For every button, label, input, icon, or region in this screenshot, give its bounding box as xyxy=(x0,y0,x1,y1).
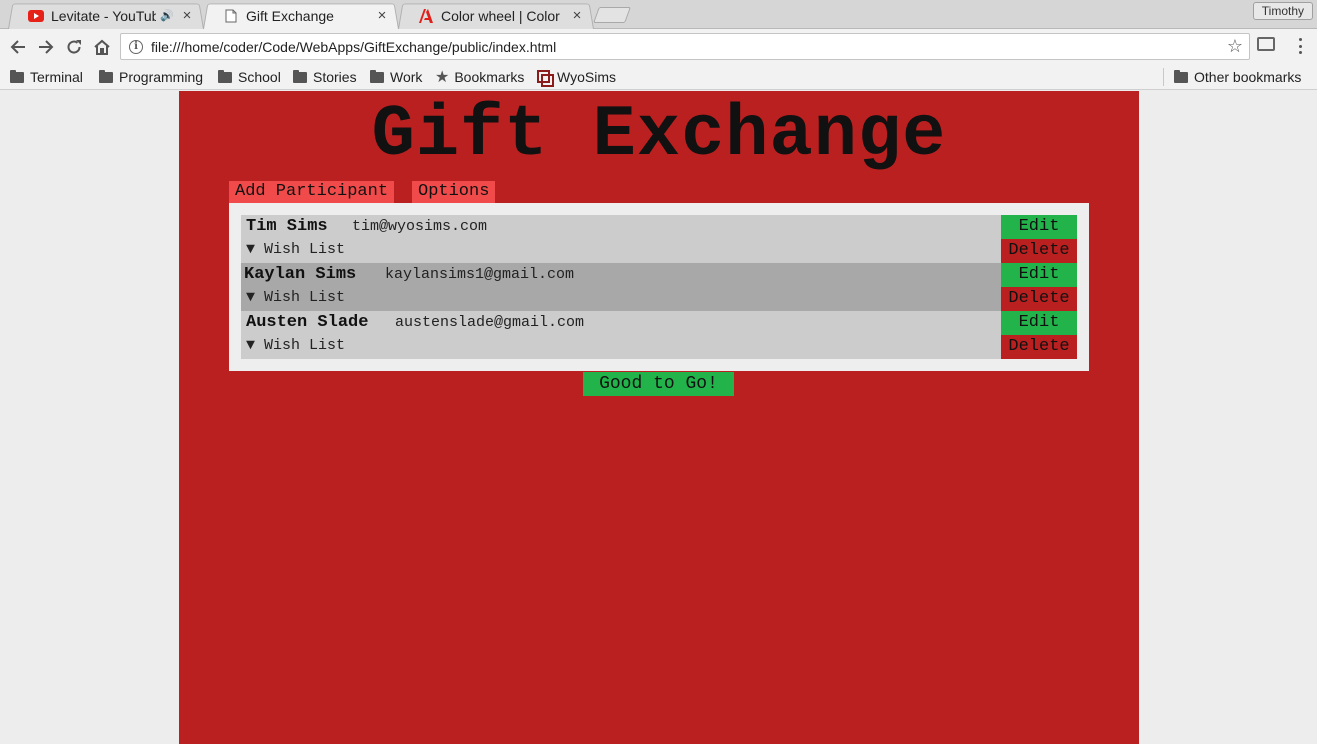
tab-strip: Levitate - YouTube 🔊 × Gift Exchange × C… xyxy=(0,0,1317,29)
wish-list-toggle[interactable]: ▼ Wish List xyxy=(246,241,345,258)
bookmark-label: WyoSims xyxy=(557,69,616,85)
bookmark-label: School xyxy=(238,69,281,85)
youtube-icon xyxy=(28,8,44,24)
participant-name: Austen Slade xyxy=(246,313,369,332)
page-title: Gift Exchange xyxy=(371,94,947,176)
participant-email: austenslade@gmail.com xyxy=(395,314,585,331)
participant-list: Tim Sims tim@wyosims.com ▼ Wish List Edi… xyxy=(229,203,1089,371)
add-participant-tab[interactable]: Add Participant xyxy=(229,181,395,203)
folder-icon xyxy=(1174,69,1188,83)
participant-row: Tim Sims tim@wyosims.com ▼ Wish List xyxy=(241,215,1001,263)
tab-gift-exchange[interactable]: Gift Exchange × xyxy=(203,2,399,29)
bookmark-label: Stories xyxy=(313,69,357,85)
browser-menu-icon[interactable] xyxy=(1293,38,1307,54)
bookmark-label: Other bookmarks xyxy=(1194,69,1302,85)
good-to-go-button[interactable]: Good to Go! xyxy=(583,372,734,396)
address-bar[interactable]: i file:///home/coder/Code/WebApps/GiftEx… xyxy=(120,33,1250,60)
bookmark-label: Programming xyxy=(119,69,204,85)
bookmark-school[interactable]: School xyxy=(218,67,281,87)
bookmark-stories[interactable]: Stories xyxy=(293,67,357,87)
folder-icon xyxy=(10,69,24,83)
browser-toolbar: i file:///home/coder/Code/WebApps/GiftEx… xyxy=(0,29,1317,64)
reload-button[interactable] xyxy=(62,35,86,59)
forward-button[interactable] xyxy=(34,35,58,59)
delete-button[interactable]: Delete xyxy=(1001,335,1077,359)
page-icon xyxy=(223,8,239,24)
audio-playing-icon[interactable]: 🔊 xyxy=(160,9,174,22)
close-tab-icon[interactable]: × xyxy=(570,7,584,24)
bookmark-other[interactable]: Other bookmarks xyxy=(1174,67,1301,87)
edit-button[interactable]: Edit xyxy=(1001,263,1077,287)
bookmark-label: Work xyxy=(390,69,423,85)
url-text: file:///home/coder/Code/WebApps/GiftExch… xyxy=(151,38,557,55)
gift-exchange-page: Gift Exchange Add Participant Options Ti… xyxy=(179,91,1139,744)
folder-icon xyxy=(218,69,232,83)
close-tab-icon[interactable]: × xyxy=(180,7,194,24)
bookmark-programming[interactable]: Programming xyxy=(99,67,203,87)
participant-name: Tim Sims xyxy=(246,217,328,236)
folder-icon xyxy=(370,69,384,83)
participant-email: tim@wyosims.com xyxy=(352,218,488,235)
participant-row: Kaylan Sims kaylansims1@gmail.com ▼ Wish… xyxy=(241,263,1001,311)
bookmark-work[interactable]: Work xyxy=(370,67,422,87)
tab-youtube[interactable]: Levitate - YouTube 🔊 × xyxy=(8,2,204,29)
tab-title: Gift Exchange xyxy=(246,7,334,24)
back-button[interactable] xyxy=(6,35,30,59)
participant-row: Austen Slade austenslade@gmail.com ▼ Wis… xyxy=(241,311,1001,359)
new-tab-button[interactable] xyxy=(593,7,631,23)
delete-button[interactable]: Delete xyxy=(1001,287,1077,311)
bookmarks-bar: Terminal Programming School Stories Work… xyxy=(0,64,1317,90)
options-tab[interactable]: Options xyxy=(412,181,496,203)
profile-button[interactable]: Timothy xyxy=(1252,2,1313,20)
tab-title: Color wheel | Color sche xyxy=(441,7,564,24)
adobe-icon xyxy=(418,8,434,24)
star-icon: ★ xyxy=(435,69,450,86)
bookmark-label: Bookmarks xyxy=(454,69,525,85)
bookmark-terminal[interactable]: Terminal xyxy=(10,67,83,87)
wish-list-toggle[interactable]: ▼ Wish List xyxy=(246,337,345,354)
wish-list-toggle[interactable]: ▼ Wish List xyxy=(246,289,345,306)
close-tab-icon[interactable]: × xyxy=(375,7,389,24)
tab-title: Levitate - YouTube xyxy=(51,7,157,24)
reload-icon xyxy=(67,40,81,54)
folder-icon xyxy=(99,69,113,83)
participant-email: kaylansims1@gmail.com xyxy=(385,266,575,283)
wyosims-icon xyxy=(537,70,554,87)
bookmarks-divider xyxy=(1163,68,1164,86)
edit-button[interactable]: Edit xyxy=(1001,311,1077,335)
participant-name: Kaylan Sims xyxy=(244,265,357,284)
bookmark-star-icon[interactable]: ☆ xyxy=(1227,36,1243,57)
cast-icon[interactable] xyxy=(1257,37,1275,51)
tab-color-wheel[interactable]: Color wheel | Color sche × xyxy=(398,2,594,29)
home-button[interactable] xyxy=(90,35,114,59)
home-icon xyxy=(94,39,110,55)
back-arrow-icon xyxy=(10,40,25,54)
forward-arrow-icon xyxy=(39,40,54,54)
bookmark-bookmarks[interactable]: ★ Bookmarks xyxy=(435,67,524,87)
delete-button[interactable]: Delete xyxy=(1001,239,1077,263)
edit-button[interactable]: Edit xyxy=(1001,215,1077,239)
info-icon[interactable]: i xyxy=(129,39,143,54)
folder-icon xyxy=(293,69,307,83)
bookmark-label: Terminal xyxy=(30,69,83,85)
bookmark-wyosims[interactable]: WyoSims xyxy=(537,67,616,87)
